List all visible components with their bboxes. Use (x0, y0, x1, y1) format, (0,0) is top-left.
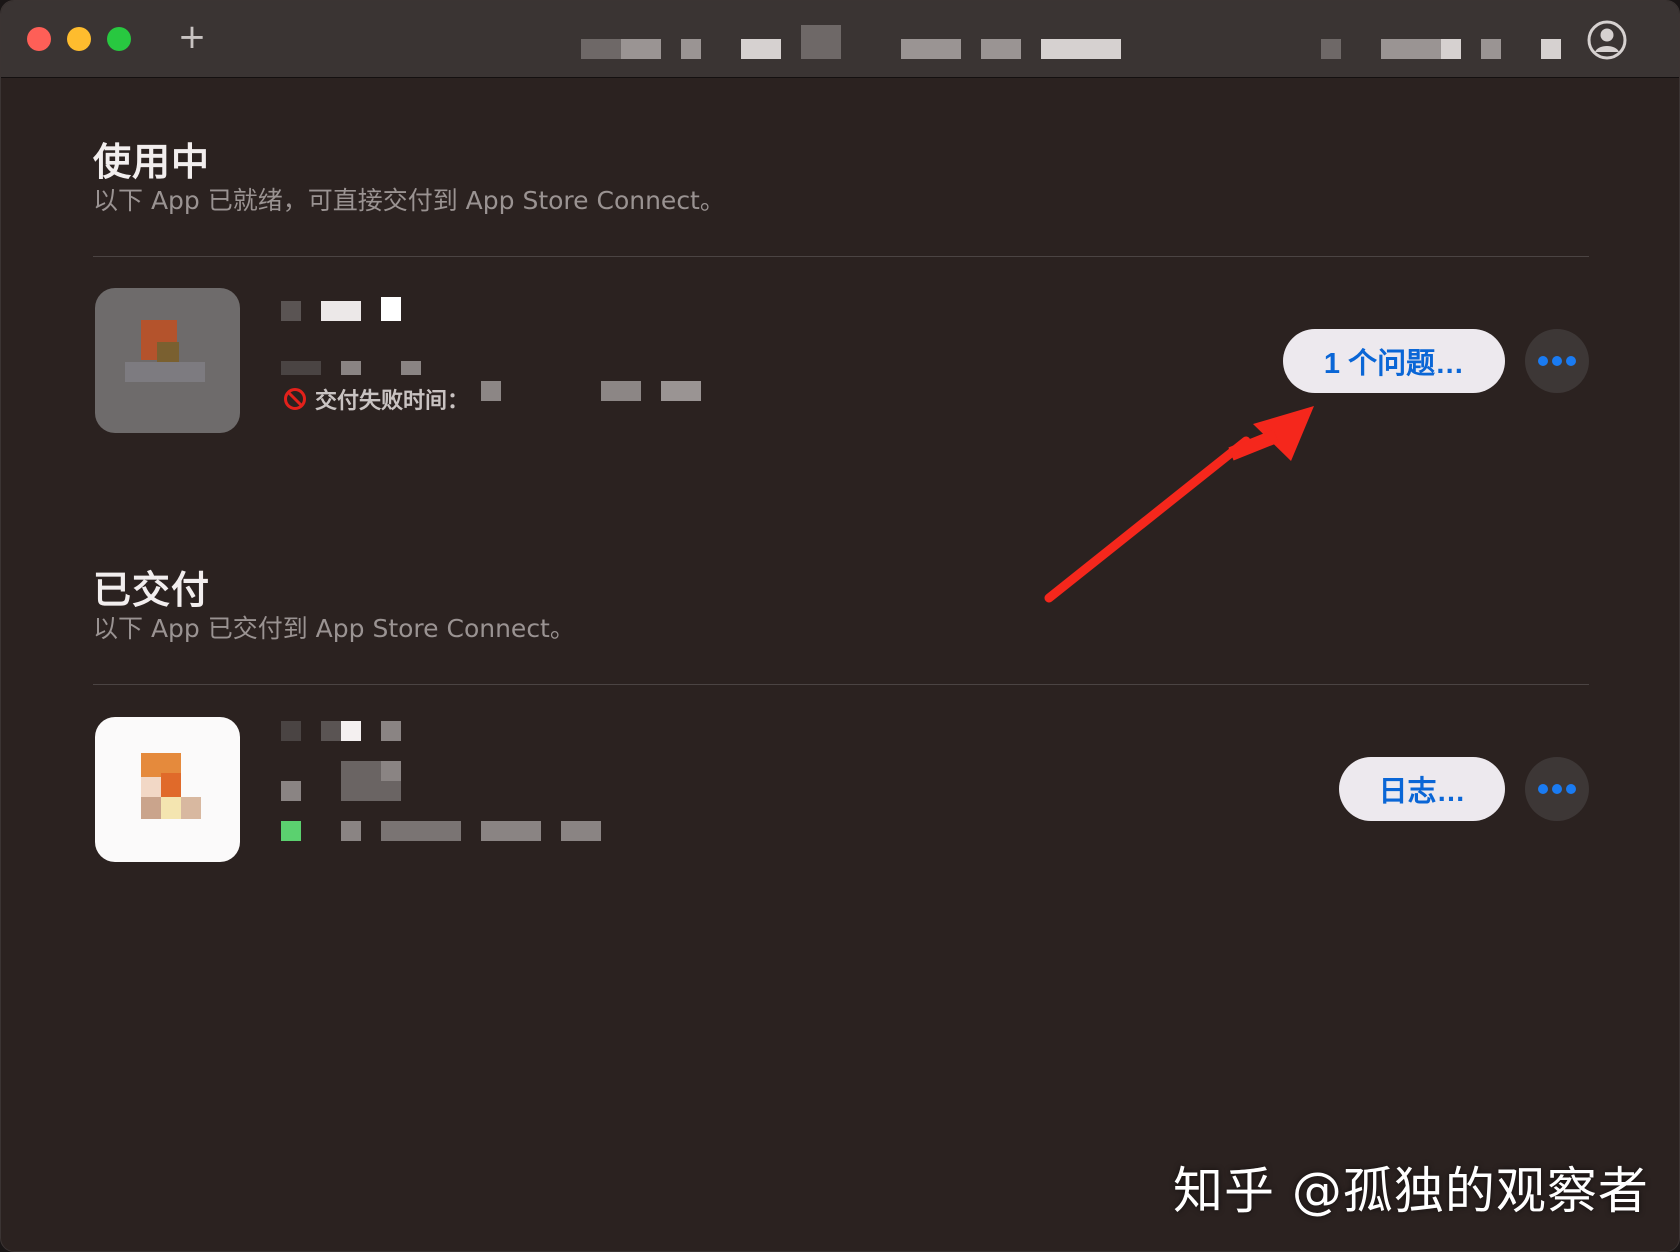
delivered-section-title: 已交付 (93, 568, 211, 612)
ellipsis-icon (1538, 784, 1576, 794)
issues-button[interactable]: 1 个问题… (1283, 329, 1505, 393)
app-icon-delivered (95, 717, 240, 862)
close-window-button[interactable] (27, 27, 51, 51)
red-arrow-annotation-icon (1044, 406, 1314, 603)
in-use-section-subtitle: 以下 App 已就绪，可直接交付到 App Store Connect。 (93, 186, 725, 215)
delivery-failed-status: 交付失败时间： (283, 384, 469, 414)
person-circle-icon[interactable] (1586, 19, 1628, 61)
more-options-button-delivered[interactable] (1525, 757, 1589, 821)
transporter-window: + 使用中 以下 App 已就绪，可直接交付到 App Store Connec… (0, 0, 1680, 1252)
delivered-section-subtitle: 以下 App 已交付到 App Store Connect。 (93, 614, 575, 643)
title-bar: + (1, 1, 1679, 78)
delivered-divider (93, 684, 1589, 685)
log-button[interactable]: 日志… (1339, 757, 1505, 821)
in-use-divider (93, 256, 1589, 257)
watermark: 知乎 @孤独的观察者 (1173, 1162, 1649, 1220)
prohibited-icon (284, 388, 306, 410)
in-use-section-title: 使用中 (93, 140, 211, 184)
add-app-button[interactable]: + (177, 19, 207, 55)
minimize-window-button[interactable] (67, 27, 91, 51)
zoom-window-button[interactable] (107, 27, 131, 51)
delivery-failed-label: 交付失败时间： (315, 389, 470, 414)
more-options-button-in-use[interactable] (1525, 329, 1589, 393)
ellipsis-icon (1538, 356, 1576, 366)
app-icon-in-use (95, 288, 240, 433)
